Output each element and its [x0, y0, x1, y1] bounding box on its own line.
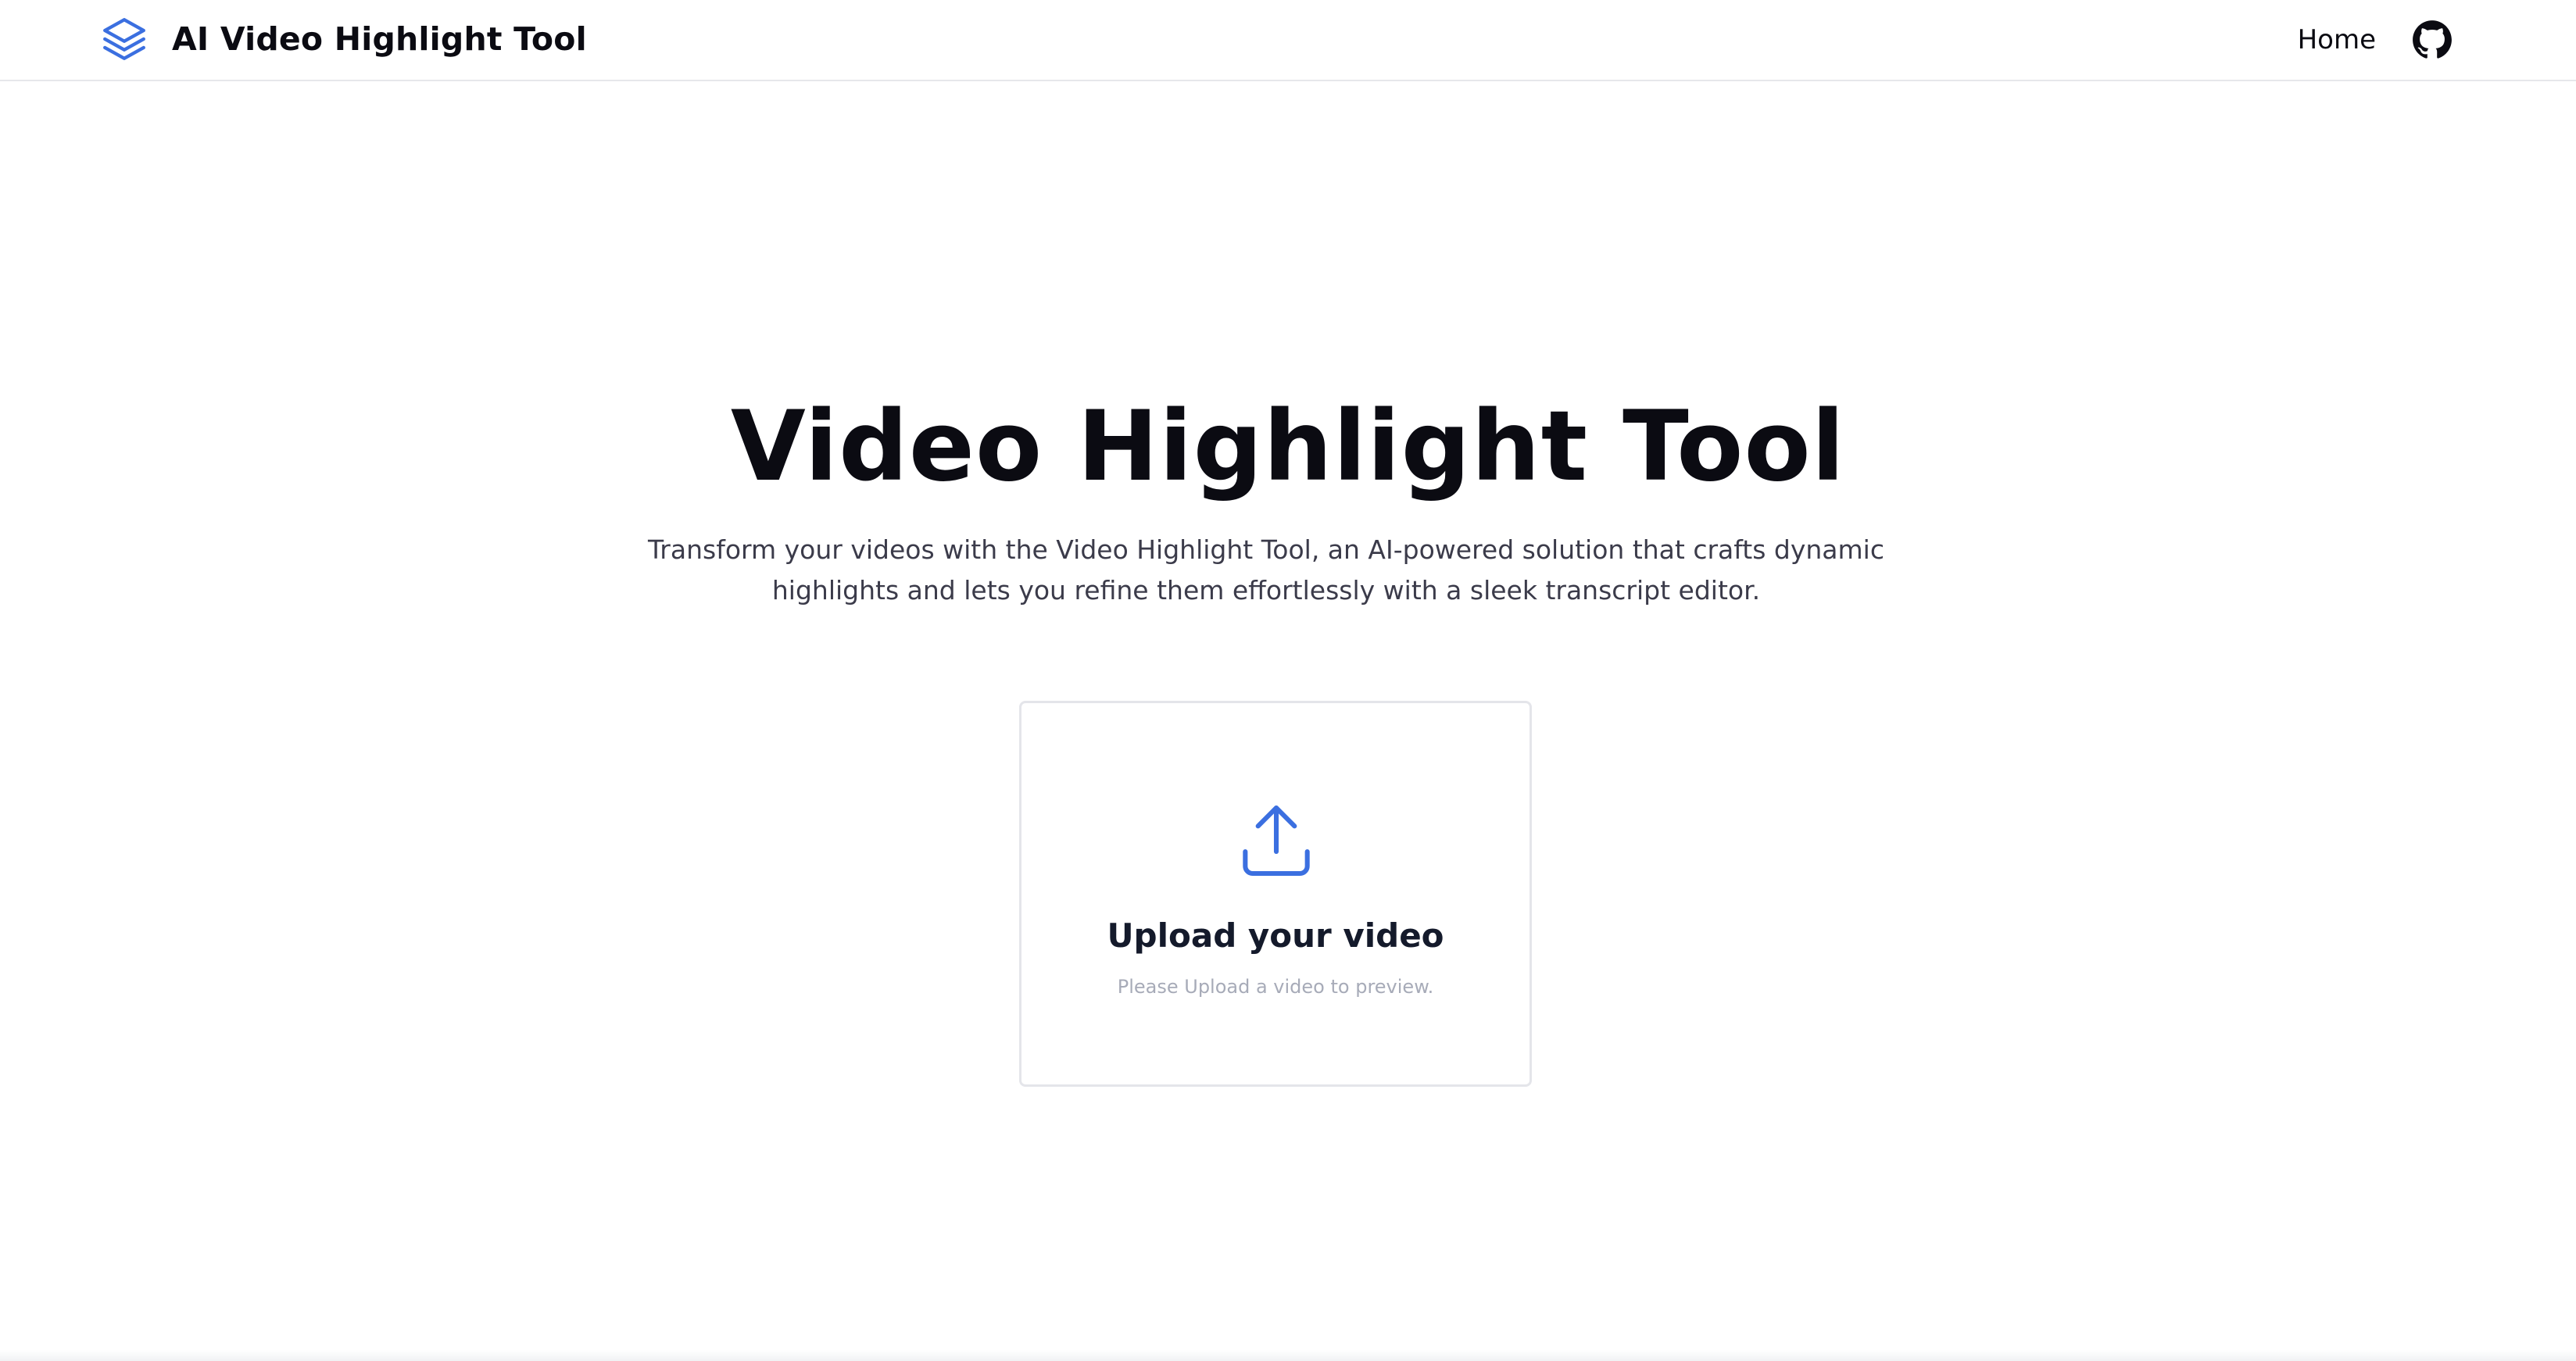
bottom-divider — [0, 1350, 2576, 1361]
brand-link[interactable]: AI Video Highlight Tool — [98, 14, 587, 64]
page-description: Transform your videos with the Video Hig… — [648, 534, 1884, 605]
upload-icon — [1243, 805, 1310, 877]
top-navbar: AI Video Highlight Tool Home — [0, 0, 2576, 81]
page-title: Video Highlight Tool — [730, 391, 1846, 503]
upload-title: Upload your video — [1107, 916, 1444, 955]
upload-hint: Please Upload a video to preview. — [1117, 976, 1434, 998]
nav-home-link[interactable]: Home — [2298, 24, 2376, 55]
upload-dropzone[interactable]: Upload your video Please Upload a video … — [1019, 701, 1532, 1087]
nav-links: Home — [2298, 16, 2453, 64]
github-icon[interactable] — [2412, 20, 2453, 60]
layers-icon — [103, 18, 145, 60]
brand-title: AI Video Highlight Tool — [172, 20, 587, 58]
